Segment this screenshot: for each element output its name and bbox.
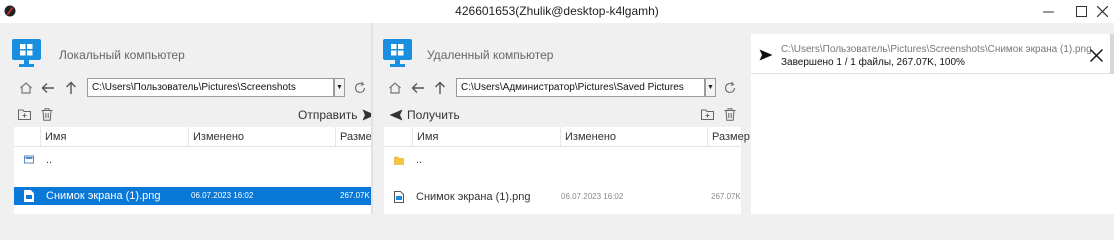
local-new-folder-button[interactable]	[17, 107, 31, 121]
remote-delete-button[interactable]	[723, 107, 737, 121]
local-delete-button[interactable]	[40, 107, 54, 121]
remote-list-header: Имя Изменено Размер	[384, 127, 750, 147]
home-icon	[389, 82, 401, 94]
folder-up-icon	[24, 155, 34, 164]
local-refresh-button[interactable]	[351, 79, 369, 97]
title-bar: 426601653(Zhulik@desktop-k4lgamh)	[0, 0, 1114, 23]
local-pane: Локальный компьютер C:\Users\Пользовател…	[0, 23, 378, 214]
table-row-selected[interactable]: Снимок экрана (1).png 06.07.2023 16:02 2…	[14, 187, 371, 205]
transfer-item[interactable]: C:\Users\Пользователь\Pictures\Screensho…	[751, 34, 1114, 74]
remote-pane-title: Удаленный компьютер	[427, 48, 554, 62]
trash-icon	[724, 107, 736, 121]
file-name: Снимок экрана (1).png	[46, 190, 161, 202]
minimize-button[interactable]	[1031, 0, 1065, 23]
column-header-name[interactable]: Имя	[412, 127, 560, 147]
computer-icon	[383, 39, 412, 67]
local-list-header: Имя Изменено Размер	[14, 127, 378, 147]
close-icon	[1089, 48, 1103, 62]
table-row[interactable]: ..	[14, 151, 371, 169]
receive-arrow-icon	[389, 109, 403, 121]
arrow-up-icon	[435, 81, 445, 94]
remote-up-button[interactable]	[431, 79, 449, 97]
file-size: 267.07K	[340, 191, 370, 200]
computer-icon	[12, 39, 41, 67]
column-header-modified[interactable]: Изменено	[188, 127, 335, 147]
file-name: Снимок экрана (1).png	[416, 191, 531, 203]
close-icon	[1096, 6, 1108, 17]
local-up-button[interactable]	[62, 79, 80, 97]
window-title: 426601653(Zhulik@desktop-k4lgamh)	[455, 4, 659, 18]
column-header-size[interactable]: Размер	[335, 127, 378, 147]
transfer-close-button[interactable]	[1087, 46, 1105, 64]
file-modified: 06.07.2023 16:02	[191, 191, 254, 200]
send-button-label: Отправить	[298, 108, 358, 122]
remote-new-folder-button[interactable]	[700, 107, 714, 121]
trash-icon	[41, 107, 53, 121]
local-file-list: Имя Изменено Размер .. Снимок экрана (1)…	[14, 127, 378, 214]
remote-file-list: Имя Изменено Размер .. Снимок экрана (1)…	[384, 127, 750, 214]
local-pane-title: Локальный компьютер	[59, 48, 185, 62]
remote-path-dropdown[interactable]: ▼	[705, 78, 716, 97]
remote-refresh-button[interactable]	[721, 79, 739, 97]
chevron-down-icon: ▼	[707, 84, 714, 91]
table-row[interactable]: Снимок экрана (1).png 06.07.2023 16:02 2…	[384, 188, 741, 206]
local-path-dropdown[interactable]: ▼	[334, 78, 345, 97]
local-home-button[interactable]	[17, 79, 35, 97]
arrow-left-icon	[41, 83, 54, 93]
send-button[interactable]: Отправить	[298, 108, 376, 122]
column-header-name[interactable]: Имя	[40, 127, 188, 147]
file-icon	[24, 190, 34, 202]
table-row[interactable]: ..	[384, 151, 741, 169]
receive-button[interactable]: Получить	[389, 108, 460, 122]
transfer-panel: C:\Users\Пользователь\Pictures\Screensho…	[751, 34, 1114, 214]
transfer-scrollbar[interactable]	[1110, 34, 1114, 74]
close-window-button[interactable]	[1085, 0, 1114, 23]
chevron-down-icon: ▼	[336, 84, 343, 91]
file-icon	[394, 191, 404, 203]
file-size: 267.07K	[711, 192, 741, 201]
new-folder-icon	[700, 109, 714, 120]
file-modified: 06.07.2023 16:02	[561, 192, 624, 201]
send-arrow-icon	[759, 49, 773, 61]
receive-button-label: Получить	[407, 108, 460, 122]
column-header-modified[interactable]: Изменено	[560, 127, 707, 147]
arrow-left-icon	[411, 83, 424, 93]
refresh-icon	[354, 81, 366, 94]
transfer-file-path: C:\Users\Пользователь\Pictures\Screensho…	[781, 44, 1092, 55]
new-folder-icon	[17, 109, 31, 120]
remote-path-input[interactable]: C:\Users\Администратор\Pictures\Saved Pi…	[456, 78, 705, 97]
refresh-icon	[724, 81, 736, 94]
local-path-input[interactable]: C:\Users\Пользователь\Pictures\Screensho…	[87, 78, 334, 97]
arrow-up-icon	[66, 81, 76, 94]
file-name: ..	[416, 154, 423, 166]
file-name: ..	[46, 154, 53, 166]
folder-icon	[394, 156, 404, 165]
remote-home-button[interactable]	[386, 79, 404, 97]
minimize-icon	[1042, 11, 1054, 13]
remote-back-button[interactable]	[409, 79, 427, 97]
remote-pane: Удаленный компьютер C:\Users\Администрат…	[373, 23, 750, 214]
local-back-button[interactable]	[39, 79, 57, 97]
home-icon	[20, 82, 32, 94]
transfer-status: Завершено 1 / 1 файлы, 267.07K, 100%	[781, 57, 965, 68]
column-header-size[interactable]: Размер	[707, 127, 750, 147]
